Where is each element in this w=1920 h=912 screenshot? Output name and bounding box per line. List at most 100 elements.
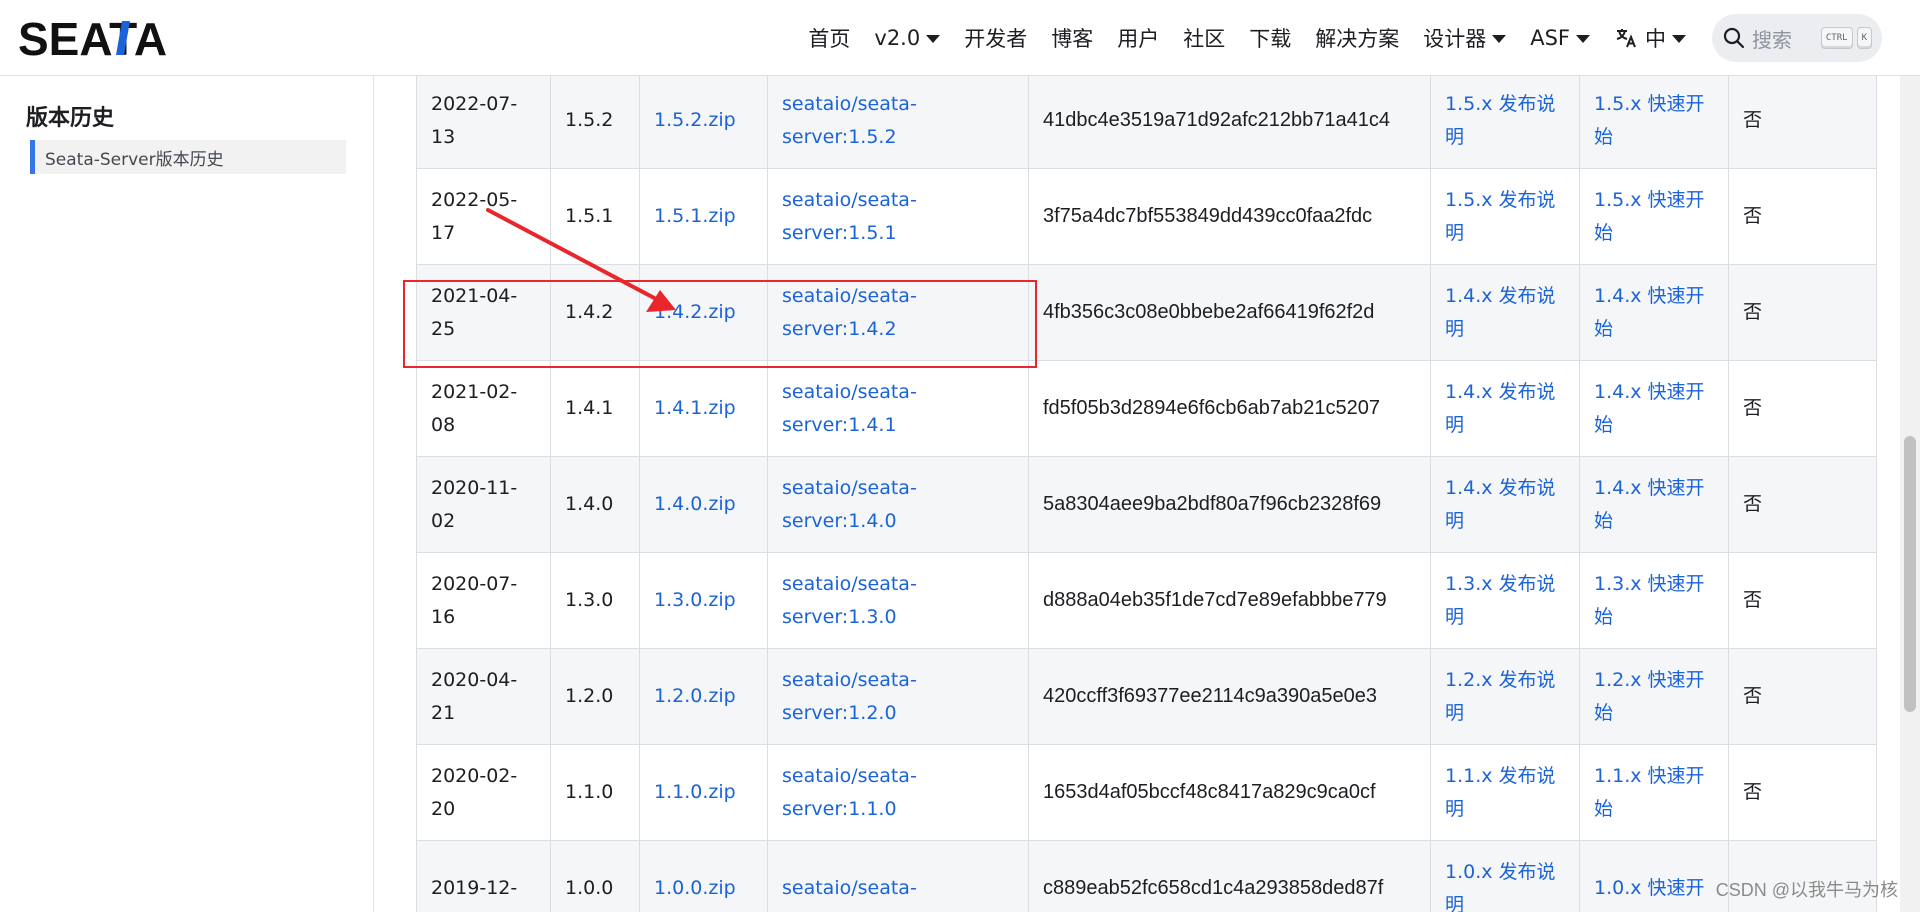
- chevron-down-icon: [1492, 35, 1507, 43]
- nav-item-label: v2.0: [874, 26, 921, 50]
- release-notes-link[interactable]: 1.5.x 发布说明: [1445, 93, 1556, 148]
- watermark-text: CSDN @以我牛马为核: [1715, 880, 1898, 900]
- main-content: 2022-07-13 1.5.2 1.5.2.zip seataio/seata-se…: [374, 76, 1900, 912]
- quick-start-cell: 1.0.x 快速开: [1579, 840, 1729, 912]
- chevron-down-icon: [1672, 35, 1686, 43]
- docker-image-link[interactable]: seataio/seata-server:1.1.0: [782, 765, 917, 820]
- md5-checksum-cell: 420ccff3f69377ee2114c9a390a5e0e3: [1043, 685, 1378, 707]
- quick-start-link[interactable]: 1.4.x 快速开始: [1594, 285, 1705, 340]
- sidebar-item-seata-server-history[interactable]: Seata-Server版本历史: [30, 140, 346, 174]
- quick-start-link[interactable]: 1.0.x 快速开: [1594, 877, 1705, 899]
- md5-checksum-cell: 420ccff3f69377ee2114c9a390a5e0e3: [1028, 648, 1431, 745]
- flag-cell: 否: [1743, 397, 1763, 419]
- nav-item-0[interactable]: 首页: [796, 23, 862, 53]
- docker-image-link[interactable]: seataio/seata-server:1.5.2: [782, 93, 917, 148]
- release-notes-cell: 1.4.x 发布说明: [1430, 360, 1580, 457]
- version-cell: 1.5.1: [550, 168, 640, 265]
- docker-image-link[interactable]: seataio/seata-server:1.5.1: [782, 189, 917, 244]
- nav-item-7[interactable]: 解决方案: [1303, 23, 1411, 53]
- nav-item-5[interactable]: 社区: [1171, 23, 1237, 53]
- docker-image-cell: seataio/seata-server:1.4.0: [767, 456, 1029, 553]
- quick-start-link[interactable]: 1.5.x 快速开始: [1594, 189, 1705, 244]
- nav-item-6[interactable]: 下载: [1237, 23, 1303, 53]
- language-switcher[interactable]: 中: [1602, 23, 1698, 53]
- release-notes-link[interactable]: 1.2.x 发布说明: [1445, 669, 1556, 724]
- binary-download-link[interactable]: 1.3.0.zip: [654, 589, 736, 611]
- nav-item-label: 下载: [1249, 27, 1292, 51]
- quick-start-link[interactable]: 1.5.x 快速开始: [1594, 93, 1705, 148]
- version-cell: 1.4.0: [565, 493, 614, 515]
- docker-image-link[interactable]: seataio/seata-server:1.3.0: [782, 573, 917, 628]
- quick-start-link[interactable]: 1.3.x 快速开始: [1594, 573, 1705, 628]
- seata-logo[interactable]: SEATA: [18, 15, 178, 61]
- release-notes-link[interactable]: 1.4.x 发布说明: [1445, 381, 1556, 436]
- page-scrollbar[interactable]: [1900, 76, 1920, 912]
- quick-start-link[interactable]: 1.2.x 快速开始: [1594, 669, 1705, 724]
- binary-download-link[interactable]: 1.5.2.zip: [654, 109, 736, 131]
- release-notes-cell: 1.4.x 发布说明: [1430, 264, 1580, 361]
- table-row: 2022-07-13 1.5.2 1.5.2.zip seataio/seata-se…: [416, 76, 1877, 169]
- md5-checksum-cell: 5a8304aee9ba2bdf80a7f96cb2328f69: [1043, 493, 1382, 515]
- quick-start-link[interactable]: 1.4.x 快速开始: [1594, 477, 1705, 532]
- release-notes-cell: 1.2.x 发布说明: [1430, 648, 1580, 745]
- release-notes-cell: 1.3.x 发布说明: [1430, 552, 1580, 649]
- md5-checksum-cell: 1653d4af05bccf48c8417a829c9ca0cf: [1043, 781, 1376, 803]
- binary-download-link[interactable]: 1.4.0.zip: [654, 493, 736, 515]
- binary-download-cell: 1.0.0.zip: [639, 840, 768, 912]
- flag-cell: 否: [1728, 76, 1877, 169]
- binary-download-link[interactable]: 1.2.0.zip: [654, 685, 736, 707]
- nav-item-8[interactable]: 设计器: [1411, 23, 1518, 53]
- flag-cell: 否: [1728, 168, 1877, 265]
- release-notes-link[interactable]: 1.4.x 发布说明: [1445, 285, 1556, 340]
- release-notes-cell: 1.4.x 发布说明: [1430, 456, 1580, 553]
- docker-image-cell: seataio/seata-server:1.2.0: [767, 648, 1029, 745]
- quick-start-link[interactable]: 1.4.x 快速开始: [1594, 381, 1705, 436]
- release-notes-link[interactable]: 1.4.x 发布说明: [1445, 477, 1556, 532]
- release-date-cell: 2020-07-16: [431, 572, 518, 628]
- release-date-cell: 2020-02-20: [416, 744, 551, 841]
- binary-download-link[interactable]: 1.5.1.zip: [654, 205, 736, 227]
- table-row: 2020-04-21 1.2.0 1.2.0.zip seataio/seata-se…: [416, 648, 1877, 745]
- binary-download-link[interactable]: 1.4.1.zip: [654, 397, 736, 419]
- search-button[interactable]: 搜索 CTRL K: [1712, 14, 1882, 62]
- md5-checksum-cell: 41dbc4e3519a71d92afc212bb71a41c4: [1028, 76, 1431, 169]
- release-notes-link[interactable]: 1.0.x 发布说明: [1445, 861, 1556, 912]
- version-cell: 1.1.0: [565, 781, 614, 803]
- release-notes-cell: 1.5.x 发布说明: [1430, 168, 1580, 265]
- docker-image-link[interactable]: seataio/seata-server:1.4.0: [782, 477, 917, 532]
- md5-checksum-cell: fd5f05b3d2894e6f6cb6ab7ab21c5207: [1028, 360, 1431, 457]
- nav-item-label: 用户: [1117, 27, 1160, 51]
- kbd-k-key: K: [1856, 27, 1872, 49]
- nav-item-label: ASF: [1530, 26, 1570, 50]
- docker-image-link[interactable]: seataio/seata-server:1.4.1: [782, 381, 917, 436]
- docker-image-cell: seataio/seata-server:1.1.0: [767, 744, 1029, 841]
- quick-start-link[interactable]: 1.1.x 快速开始: [1594, 765, 1705, 820]
- docker-image-link[interactable]: seataio/seata-server:1.4.2: [782, 285, 917, 340]
- nav-item-3[interactable]: 博客: [1039, 23, 1105, 53]
- release-notes-link[interactable]: 1.3.x 发布说明: [1445, 573, 1556, 628]
- flag-cell: 否: [1728, 744, 1877, 841]
- flag-cell: 否: [1743, 205, 1763, 227]
- nav-item-1[interactable]: v2.0: [862, 26, 952, 50]
- nav-item-4[interactable]: 用户: [1105, 23, 1171, 53]
- docker-image-cell: seataio/seata-server:1.5.1: [767, 168, 1029, 265]
- flag-cell: 否: [1728, 552, 1877, 649]
- table-row: 2021-02-08 1.4.1 1.4.1.zip seataio/seata-se…: [416, 360, 1877, 457]
- binary-download-link[interactable]: 1.4.2.zip: [654, 301, 736, 323]
- binary-download-cell: 1.4.1.zip: [639, 360, 768, 457]
- binary-download-cell: 1.5.1.zip: [639, 168, 768, 265]
- release-notes-link[interactable]: 1.5.x 发布说明: [1445, 189, 1556, 244]
- version-cell: 1.4.1: [550, 360, 640, 457]
- docker-image-link[interactable]: seataio/seata-server:1.2.0: [782, 669, 917, 724]
- docker-image-link[interactable]: seataio/seata-: [782, 877, 917, 899]
- binary-download-cell: 1.3.0.zip: [639, 552, 768, 649]
- binary-download-link[interactable]: 1.0.0.zip: [654, 877, 736, 899]
- version-cell: 1.4.0: [550, 456, 640, 553]
- scrollbar-thumb[interactable]: [1904, 436, 1916, 712]
- binary-download-link[interactable]: 1.1.0.zip: [654, 781, 736, 803]
- version-cell: 1.4.2: [565, 301, 614, 323]
- nav-item-2[interactable]: 开发者: [952, 23, 1039, 53]
- nav-item-9[interactable]: ASF: [1518, 26, 1602, 50]
- version-cell: 1.4.1: [565, 397, 614, 419]
- release-notes-link[interactable]: 1.1.x 发布说明: [1445, 765, 1556, 820]
